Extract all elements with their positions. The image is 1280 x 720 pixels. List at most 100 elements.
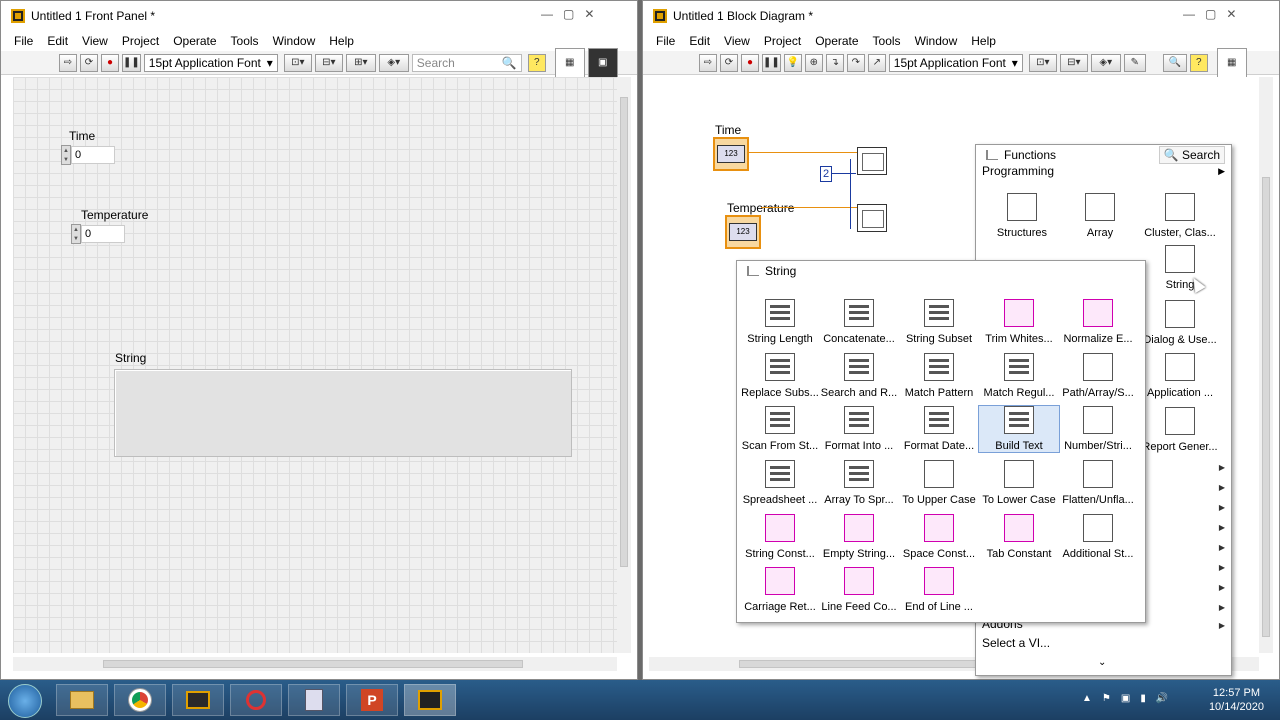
menu-project[interactable]: Project [757,34,808,48]
search-icon[interactable]: 🔍 [1162,53,1187,72]
system-clock[interactable]: 12:57 PM 10/14/2020 [1209,686,1264,714]
palette-item-match-regex[interactable]: Match Regul... [979,353,1059,399]
palette-item-number-string-conversion[interactable]: Number/Stri... [1058,406,1138,452]
palette-item-end-of-line[interactable]: End of Line ... [899,567,979,613]
distribute-objects-icon[interactable]: ⊟▾ [1059,53,1088,72]
step-over-icon[interactable]: ↷ [846,53,865,72]
palette-item-structures[interactable]: Structures [982,193,1062,239]
palette-item-additional-string[interactable]: Additional St... [1058,514,1138,560]
reorder-icon[interactable]: ◈▾ [378,53,409,72]
step-into-icon[interactable]: ↴ [825,53,844,72]
scroll-thumb[interactable] [103,660,523,668]
menu-help[interactable]: Help [322,34,361,48]
volume-icon[interactable]: 🔊 [1156,693,1168,704]
clean-up-diagram-icon[interactable]: ✎ [1123,53,1146,72]
category-programming[interactable]: Programming [982,164,1054,178]
functions-palette-titlebar[interactable]: Functions 🔍 Search [976,145,1231,165]
palette-item-scan-from-string[interactable]: Scan From St... [740,406,820,452]
palette-item-line-feed[interactable]: Line Feed Co... [819,567,899,613]
chevron-down-icon[interactable]: ⌄ [1098,657,1106,668]
font-select[interactable]: 15pt Application Font ▾ [143,53,278,72]
thumbtack-icon[interactable] [747,266,759,276]
palette-item-empty-string[interactable]: Empty String... [819,514,899,560]
reorder-icon[interactable]: ◈▾ [1090,53,1121,72]
palette-item-search-replace[interactable]: Search and R... [819,353,899,399]
wire[interactable] [761,207,857,208]
step-out-icon[interactable]: ↗ [867,53,886,72]
palette-item-report[interactable]: Report Gener... [1140,407,1220,453]
menu-file[interactable]: File [649,34,682,48]
front-panel-titlebar[interactable]: Untitled 1 Front Panel * — ▢ ✕ [1,1,637,31]
pause-icon[interactable]: ❚❚ [762,53,781,72]
powerpoint-icon[interactable]: P [346,684,398,716]
scroll-thumb[interactable] [620,97,628,567]
wire[interactable] [850,159,851,229]
time-numeric-control[interactable]: ▲ ▼ 0 [61,145,115,165]
run-arrow-icon[interactable]: ⇨ [59,53,77,72]
block-diagram-titlebar[interactable]: Untitled 1 Block Diagram * — ▢ ✕ [643,1,1279,31]
palette-item-tab-constant[interactable]: Tab Constant [979,514,1059,560]
palette-item-dialog[interactable]: Dialog & Use... [1140,300,1220,346]
palette-item-string-constant[interactable]: String Const... [740,514,820,560]
temperature-value[interactable]: 0 [81,225,125,243]
temperature-numeric-control[interactable]: ▲ ▼ 0 [71,224,125,244]
resize-objects-icon[interactable]: ⊞▾ [345,53,376,72]
palette-item-path-array-string[interactable]: Path/Array/S... [1058,353,1138,399]
menu-operate[interactable]: Operate [808,34,865,48]
highlight-execution-icon[interactable]: 💡 [783,53,802,72]
increment-decrement-icon[interactable]: ▲ ▼ [71,224,81,244]
distribute-objects-icon[interactable]: ⊟▾ [314,53,343,72]
context-help-icon[interactable]: ? [527,53,546,72]
file-explorer-icon[interactable] [56,684,108,716]
menu-edit[interactable]: Edit [40,34,75,48]
flag-icon[interactable]: ⚑ [1102,693,1111,704]
snipping-tool-icon[interactable] [230,684,282,716]
palette-item-match-pattern[interactable]: Match Pattern [899,353,979,399]
device-icon[interactable]: ▣ [1121,693,1130,704]
close-icon[interactable]: ✕ [584,7,594,21]
format-subvi-node[interactable] [857,204,887,232]
palette-item-trim-whitespace[interactable]: Trim Whites... [979,299,1059,345]
menu-help[interactable]: Help [964,34,1003,48]
network-icon[interactable]: ▮ [1140,693,1146,704]
palette-item-spreadsheet-to-array[interactable]: Spreadsheet ... [740,460,820,506]
minimize-icon[interactable]: — [541,7,553,21]
horizontal-scrollbar[interactable] [13,657,617,671]
palette-item-carriage-return[interactable]: Carriage Ret... [740,567,820,613]
menu-tools[interactable]: Tools [866,34,908,48]
palette-item-to-upper-case[interactable]: To Upper Case [899,460,979,506]
scroll-thumb[interactable] [1262,177,1270,637]
abort-icon[interactable]: ● [741,53,759,72]
palette-item-concatenate[interactable]: Concatenate... [819,299,899,345]
palette-item-array[interactable]: Array [1060,193,1140,239]
menu-window[interactable]: Window [266,34,323,48]
palette-item-normalize-eol[interactable]: Normalize E... [1058,299,1138,345]
wire[interactable] [749,152,857,153]
context-help-icon[interactable]: ? [1189,53,1208,72]
vi-icon[interactable]: ▦ [1216,47,1247,78]
start-button[interactable] [8,684,42,718]
time-terminal[interactable]: 123 [713,137,749,171]
palette-item-application[interactable]: Application ... [1140,353,1220,399]
align-objects-icon[interactable]: ⊡▾ [283,53,312,72]
maximize-icon[interactable]: ▢ [1205,7,1216,21]
abort-icon[interactable]: ● [101,53,119,72]
time-value[interactable]: 0 [71,146,115,164]
menu-project[interactable]: Project [115,34,166,48]
menu-file[interactable]: File [7,34,40,48]
vertical-scrollbar[interactable] [617,77,631,653]
vertical-scrollbar[interactable] [1259,77,1273,653]
align-objects-icon[interactable]: ⊡▾ [1028,53,1057,72]
vi-icon[interactable]: ▦ [554,47,585,78]
retain-wire-values-icon[interactable]: ⊕ [804,53,823,72]
run-arrow-icon[interactable]: ⇨ [699,53,717,72]
chrome-icon[interactable] [114,684,166,716]
palette-item-format-date-time[interactable]: Format Date... [899,406,979,452]
search-input[interactable]: Search 🔍 [411,53,522,72]
palette-item-build-text[interactable]: Build Text [978,405,1060,453]
calculator-icon[interactable] [288,684,340,716]
temperature-terminal[interactable]: 123 [725,215,761,249]
maximize-icon[interactable]: ▢ [563,7,574,21]
palette-search-button[interactable]: 🔍 Search [1158,146,1225,164]
wire[interactable] [832,173,856,174]
